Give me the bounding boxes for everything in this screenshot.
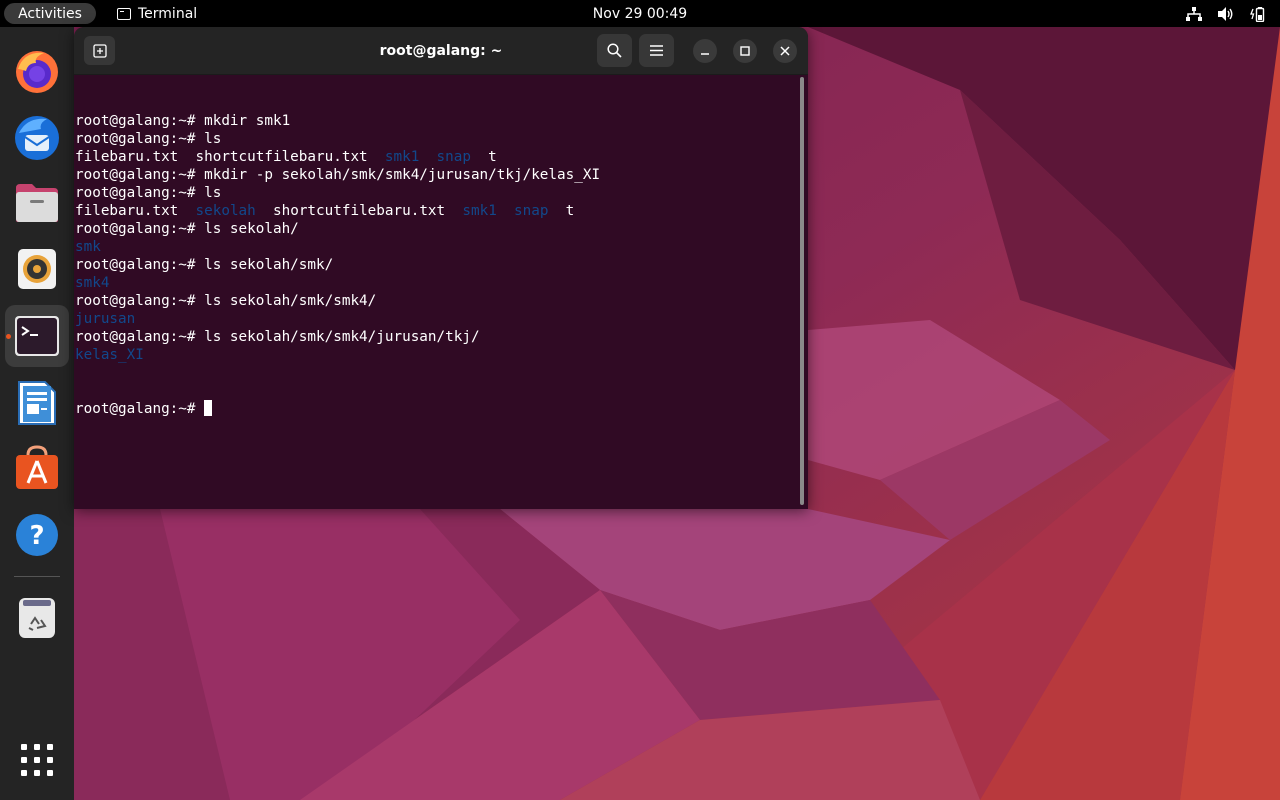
terminal-line: root@galang:~# ls <box>75 184 799 202</box>
dock-show-apps[interactable] <box>5 729 69 791</box>
terminal-text: root@galang:~# ls sekolah/smk/smk4/jurus… <box>75 329 480 345</box>
terminal-cursor <box>204 400 213 416</box>
clock-button[interactable]: Nov 29 00:49 <box>593 6 687 22</box>
new-tab-icon <box>92 43 107 58</box>
directory-entry: smk1 <box>462 203 497 219</box>
network-icon <box>1186 6 1202 21</box>
activities-label: Activities <box>18 5 82 22</box>
terminal-icon <box>15 316 59 356</box>
directory-entry: snap <box>514 203 549 219</box>
running-indicator <box>6 334 11 339</box>
terminal-line: jurusan <box>75 310 799 328</box>
terminal-line: root@galang:~# mkdir smk1 <box>75 112 799 130</box>
terminal-output[interactable]: root@galang:~# mkdir smk1 root@galang:~# … <box>74 75 799 509</box>
directory-entry: smk1 <box>384 149 420 165</box>
rhythmbox-icon <box>18 249 56 289</box>
maximize-icon <box>740 46 750 56</box>
battery-icon <box>1250 6 1265 22</box>
terminal-line: root@galang:~# mkdir -p sekolah/smk/smk4… <box>75 166 799 184</box>
terminal-line: root@galang:~# ls sekolah/ <box>75 220 799 238</box>
terminal-text: filebaru.txt <box>75 203 196 219</box>
dock-libreoffice-writer[interactable] <box>5 372 69 434</box>
terminal-text: t <box>548 203 575 219</box>
terminal-text: root@galang:~# ls <box>75 185 222 201</box>
writer-icon <box>18 381 56 425</box>
terminal-text: t <box>470 149 497 165</box>
dock-separator <box>14 576 60 577</box>
dock-terminal[interactable] <box>5 305 69 367</box>
top-bar: Activities Terminal Nov 29 00:49 <box>0 0 1280 27</box>
terminal-text: root@galang:~# ls sekolah/ <box>75 221 299 237</box>
terminal-text: filebaru.txt shortcutfilebaru.txt <box>75 149 385 165</box>
terminal-scrollbar[interactable] <box>800 77 804 505</box>
software-icon <box>16 445 58 489</box>
dock-ubuntu-software[interactable] <box>5 437 69 499</box>
terminal-text: root@galang:~# mkdir -p sekolah/smk/smk4… <box>75 167 601 183</box>
search-button[interactable] <box>597 34 632 67</box>
terminal-header-bar[interactable]: root@galang: ~ <box>74 27 808 75</box>
terminal-prompt: root@galang:~# <box>75 401 205 417</box>
terminal-line: smk <box>75 238 799 256</box>
terminal-lines: root@galang:~# mkdir smk1 root@galang:~# … <box>75 112 799 364</box>
terminal-app-icon <box>117 7 131 20</box>
close-icon <box>780 46 790 56</box>
dock-rhythmbox[interactable] <box>5 238 69 300</box>
terminal-line: root@galang:~# ls sekolah/smk/ <box>75 256 799 274</box>
directory-entry: smk <box>75 239 101 255</box>
help-icon: ? <box>16 514 58 556</box>
hamburger-menu-icon <box>650 45 663 56</box>
terminal-text: root@galang:~# ls sekolah/smk/ <box>75 257 334 273</box>
search-icon <box>607 43 622 58</box>
menu-button[interactable] <box>639 34 674 67</box>
terminal-line: root@galang:~# ls sekolah/smk/smk4/ <box>75 292 799 310</box>
terminal-prompt-line[interactable]: root@galang:~# <box>75 400 799 418</box>
directory-entry: jurusan <box>75 311 136 327</box>
trash-icon <box>19 598 55 638</box>
terminal-window[interactable]: root@galang: ~ root@galang:~# mkdir smk1… <box>74 27 808 509</box>
system-tray[interactable] <box>1186 0 1266 27</box>
dock-trash[interactable] <box>5 587 69 649</box>
app-grid-icon <box>21 744 53 776</box>
app-menu[interactable]: Terminal <box>117 0 197 27</box>
maximize-button[interactable] <box>733 39 757 63</box>
terminal-line: filebaru.txt shortcutfilebaru.txt smk1 s… <box>75 148 799 166</box>
files-icon <box>16 184 58 222</box>
terminal-line: root@galang:~# ls sekolah/smk/smk4/jurus… <box>75 328 799 346</box>
terminal-line: filebaru.txt sekolah shortcutfilebaru.tx… <box>75 202 799 220</box>
dock-thunderbird[interactable] <box>5 106 69 168</box>
window-title: root@galang: ~ <box>379 42 503 59</box>
minimize-button[interactable] <box>693 39 717 63</box>
directory-entry: kelas_XI <box>75 347 144 363</box>
minimize-icon <box>701 53 709 55</box>
directory-entry: snap <box>436 149 471 165</box>
terminal-text: shortcutfilebaru.txt <box>255 203 463 219</box>
terminal-line: smk4 <box>75 274 799 292</box>
new-tab-button[interactable] <box>84 36 115 65</box>
terminal-text: root@galang:~# mkdir smk1 <box>75 113 291 129</box>
thunderbird-icon <box>15 116 59 160</box>
directory-entry: smk4 <box>75 275 110 291</box>
dock-files[interactable] <box>5 172 69 234</box>
directory-entry: sekolah <box>195 203 256 219</box>
close-button[interactable] <box>773 39 797 63</box>
dock-firefox[interactable] <box>5 41 69 103</box>
dock-help[interactable]: ? <box>5 504 69 566</box>
terminal-text: root@galang:~# ls <box>75 131 222 147</box>
terminal-line: root@galang:~# ls <box>75 130 799 148</box>
firefox-icon <box>16 51 58 93</box>
terminal-text: root@galang:~# ls sekolah/smk/smk4/ <box>75 293 377 309</box>
dock: ? <box>0 27 74 800</box>
svg-text:?: ? <box>29 521 44 551</box>
terminal-line: kelas_XI <box>75 346 799 364</box>
volume-icon <box>1218 6 1233 21</box>
app-menu-label: Terminal <box>138 5 198 22</box>
activities-button[interactable]: Activities <box>4 3 96 24</box>
